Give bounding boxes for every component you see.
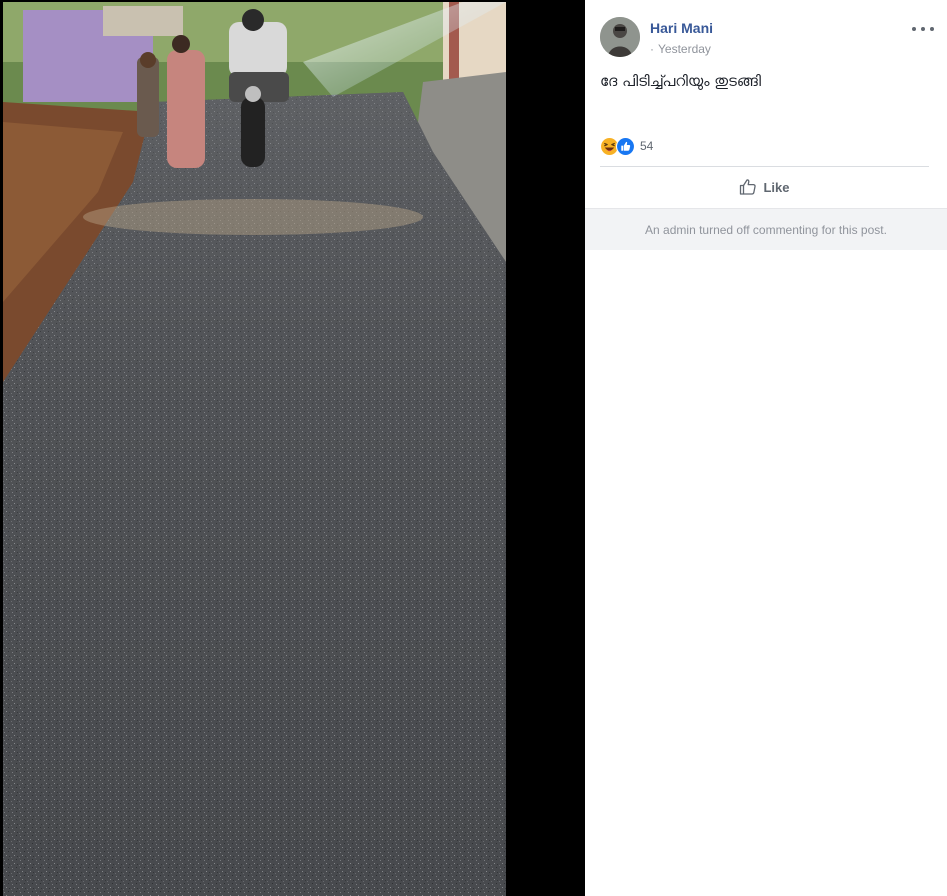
more-dot-icon [912,27,916,31]
avatar[interactable] [600,17,640,57]
road-photo [3,2,506,896]
more-dot-icon [921,27,925,31]
profile-picture-icon [600,17,640,57]
comments-disabled-notice: An admin turned off commenting for this … [585,208,947,250]
post-photo[interactable] [3,2,506,896]
like-reaction-icon [616,137,635,156]
post-timestamp[interactable]: Yesterday [658,42,711,56]
author-name-link[interactable]: Hari Mani [650,20,713,36]
post-header: Hari Mani · Yesterday [600,17,934,61]
like-button[interactable]: Like [600,172,929,202]
post-meta: · Yesterday [650,42,711,56]
reaction-icons [600,136,638,156]
photo-stage[interactable] [0,0,585,896]
photo-viewer: Hari Mani · Yesterday ദേ പിടിച്ച്പറിയും ത… [0,0,947,896]
like-label: Like [763,179,790,195]
post-text: ദേ പിടിച്ച്പറിയും തുടങ്ങി [600,72,762,90]
meta-separator: · [650,42,654,56]
more-dot-icon [930,27,934,31]
reactions-summary[interactable]: 54 [600,136,653,156]
reaction-count: 54 [640,139,654,153]
post-panel: Hari Mani · Yesterday ദേ പിടിച്ച്പറിയും ത… [585,0,947,896]
thumbs-up-icon [740,179,757,195]
more-options-button[interactable] [912,21,934,37]
action-divider [600,166,929,167]
